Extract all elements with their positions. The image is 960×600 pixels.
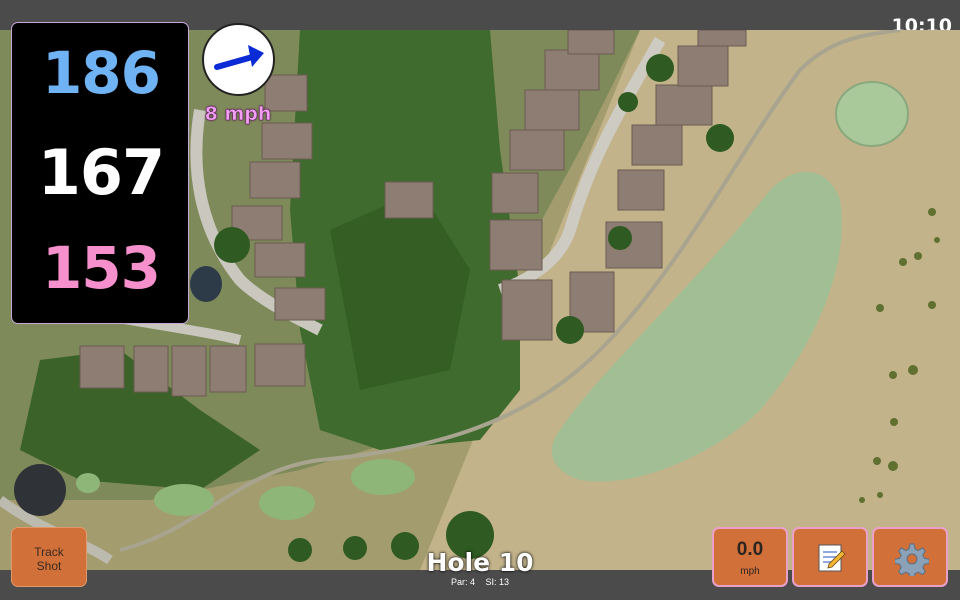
front-distance: 153 bbox=[41, 234, 161, 302]
hole-par: Par: 4 bbox=[450, 577, 475, 587]
hole-stroke-index: SI: 13 bbox=[485, 577, 510, 587]
wind-speed: 8 mph bbox=[204, 103, 272, 126]
hole-title: Hole 10 bbox=[426, 548, 534, 577]
speed-unit: mph bbox=[740, 566, 760, 577]
hole-meta: Par: 4 SI: 13 bbox=[380, 577, 580, 587]
speed-value: 0.0 bbox=[736, 539, 764, 560]
track-shot-label-line2: Shot bbox=[36, 559, 62, 573]
notes-button[interactable] bbox=[792, 527, 868, 587]
wind-direction-indicator bbox=[202, 23, 275, 96]
notepad-icon bbox=[818, 544, 846, 572]
settings-button[interactable] bbox=[872, 527, 948, 587]
distance-panel: 186 167 153 bbox=[11, 22, 189, 324]
middle-distance: 167 bbox=[37, 136, 165, 209]
gear-icon bbox=[895, 543, 929, 576]
arrow-right-up-icon bbox=[214, 45, 264, 70]
screen: 10:10 186 167 153 8 mph Hole 10 Par: 4 S… bbox=[0, 0, 960, 600]
back-distance: 186 bbox=[41, 39, 161, 107]
speed-button[interactable]: 0.0 mph bbox=[712, 527, 788, 587]
track-shot-button[interactable]: Track Shot bbox=[11, 527, 87, 587]
track-shot-label-line1: Track bbox=[34, 545, 64, 559]
